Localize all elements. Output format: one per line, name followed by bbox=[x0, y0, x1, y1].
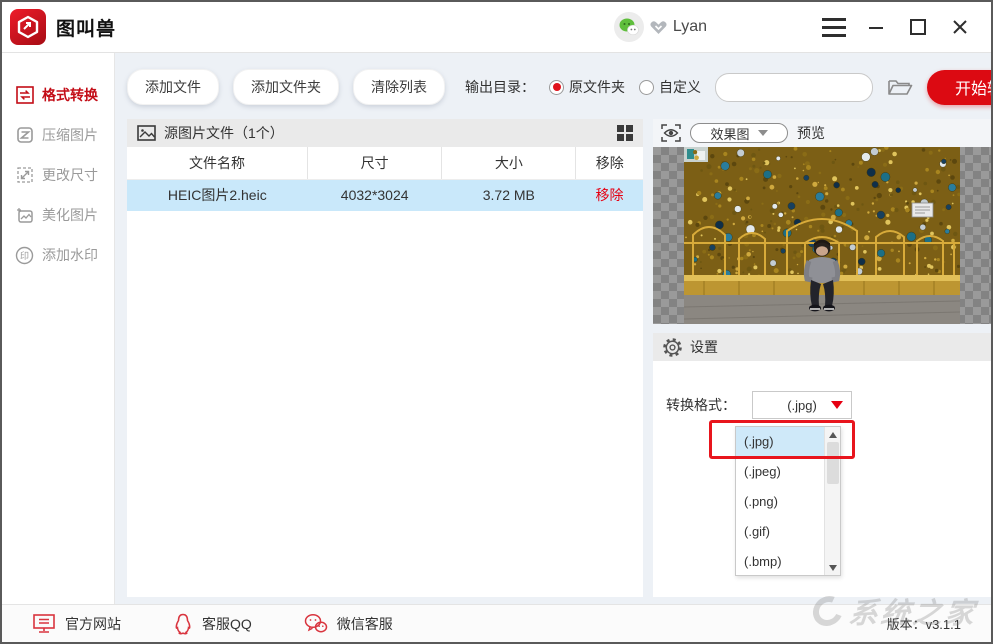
gear-icon bbox=[663, 338, 682, 357]
clear-list-button[interactable]: 清除列表 bbox=[353, 69, 445, 105]
file-table-header-row: 文件名称 尺寸 大小 移除 bbox=[127, 147, 643, 179]
scrollbar-thumb[interactable] bbox=[827, 442, 839, 484]
remove-file-link[interactable]: 移除 bbox=[595, 187, 623, 203]
preview-eye-icon bbox=[661, 123, 681, 143]
app-title: 图叫兽 bbox=[56, 14, 116, 41]
qq-penguin-icon bbox=[173, 613, 193, 635]
toolbar: 添加文件 添加文件夹 清除列表 输出目录： 原文件夹 自定义 bbox=[115, 53, 991, 117]
main-area: 添加文件 添加文件夹 清除列表 输出目录： 原文件夹 自定义 bbox=[115, 53, 991, 604]
format-select[interactable]: (.jpg) bbox=[752, 391, 852, 419]
format-label: 转换格式： bbox=[666, 395, 736, 415]
sidebar-item-compress[interactable]: 压缩图片 bbox=[2, 115, 114, 155]
close-button[interactable] bbox=[943, 12, 977, 42]
qq-service-link[interactable]: 客服QQ bbox=[173, 613, 252, 635]
radio-custom-folder-control[interactable] bbox=[639, 80, 654, 95]
col-dimensions: 尺寸 bbox=[308, 147, 442, 179]
sidebar-item-watermark[interactable]: 印 添加水印 bbox=[2, 235, 114, 275]
minimize-button[interactable] bbox=[859, 12, 893, 42]
cell-file-name: HEIC图片2.heic bbox=[127, 179, 308, 211]
file-panel: 源图片文件（1个） 文件名称 尺寸 大小 移除 bbox=[127, 119, 643, 597]
vip-badge-icon bbox=[650, 20, 667, 35]
preview-viewport bbox=[653, 147, 991, 324]
radio-custom-folder[interactable]: 自定义 bbox=[639, 77, 701, 97]
hamburger-icon bbox=[822, 18, 846, 37]
format-convert-icon bbox=[15, 86, 34, 105]
format-dropdown-list: (.jpg) (.jpeg) (.png) (.gif) (.bmp) bbox=[735, 426, 841, 576]
format-option-jpeg[interactable]: (.jpeg) bbox=[736, 457, 824, 487]
user-avatar[interactable] bbox=[614, 12, 644, 42]
scroll-up-icon[interactable] bbox=[825, 427, 841, 442]
sidebar-item-beautify[interactable]: 美化图片 bbox=[2, 195, 114, 235]
file-table: 文件名称 尺寸 大小 移除 HEIC图片2.heic 4032*3024 3.7… bbox=[127, 147, 643, 211]
format-option-bmp[interactable]: (.bmp) bbox=[736, 547, 824, 577]
username: Lyan bbox=[673, 18, 707, 36]
scroll-down-icon[interactable] bbox=[825, 560, 841, 575]
grid-view-icon[interactable] bbox=[617, 125, 633, 141]
table-row[interactable]: HEIC图片2.heic 4032*3024 3.72 MB 移除 bbox=[127, 179, 643, 211]
dropdown-scrollbar[interactable] bbox=[824, 427, 840, 575]
titlebar: 图叫兽 Lyan bbox=[2, 2, 991, 53]
image-file-icon bbox=[137, 125, 156, 141]
radio-original-folder-control[interactable] bbox=[549, 80, 564, 95]
sidebar-item-label: 更改尺寸 bbox=[42, 165, 98, 185]
footer: 官方网站 客服QQ 微信客服 版本：v3.1.1 bbox=[2, 604, 991, 642]
preview-photo bbox=[684, 147, 960, 324]
settings-header: 设置 bbox=[653, 333, 991, 361]
app-window: 图叫兽 Lyan bbox=[0, 0, 993, 644]
resize-icon bbox=[15, 166, 34, 185]
settings-title: 设置 bbox=[690, 337, 718, 357]
menu-button[interactable] bbox=[817, 12, 851, 42]
app-logo-icon bbox=[10, 9, 46, 45]
sidebar-item-format-convert[interactable]: 格式转换 bbox=[2, 75, 114, 115]
sidebar-item-label: 添加水印 bbox=[42, 245, 98, 265]
cell-size: 3.72 MB bbox=[442, 179, 576, 211]
compress-image-icon bbox=[15, 126, 34, 145]
format-option-jpg[interactable]: (.jpg) bbox=[736, 427, 824, 457]
cell-dimensions: 4032*3024 bbox=[308, 179, 442, 211]
col-remove: 移除 bbox=[576, 147, 643, 179]
chevron-down-icon bbox=[831, 401, 843, 409]
format-option-gif[interactable]: (.gif) bbox=[736, 517, 824, 547]
col-size: 大小 bbox=[442, 147, 576, 179]
add-file-button[interactable]: 添加文件 bbox=[127, 69, 219, 105]
sidebar-item-label: 压缩图片 bbox=[42, 125, 98, 145]
chevron-down-icon bbox=[758, 130, 768, 136]
preview-mode-value: 效果图 bbox=[710, 124, 749, 143]
format-select-value: (.jpg) bbox=[787, 398, 817, 413]
output-path-input[interactable] bbox=[715, 73, 873, 102]
svg-text:印: 印 bbox=[20, 250, 29, 261]
monitor-icon bbox=[32, 613, 56, 634]
sidebar-item-label: 格式转换 bbox=[42, 85, 98, 105]
preview-panel: 效果图 预览 bbox=[653, 119, 991, 597]
watermark-icon: 印 bbox=[15, 246, 34, 265]
wechat-service-link[interactable]: 微信客服 bbox=[304, 613, 393, 634]
browse-folder-button[interactable] bbox=[887, 76, 913, 98]
file-panel-header: 源图片文件（1个） bbox=[127, 119, 643, 147]
beautify-image-icon bbox=[15, 206, 34, 225]
preview-mode-dropdown[interactable]: 效果图 bbox=[690, 123, 788, 143]
sidebar-item-label: 美化图片 bbox=[42, 205, 98, 225]
settings-body: 转换格式： (.jpg) (.jpg) (.jpeg) (.png) bbox=[653, 361, 991, 597]
version-label: 版本：v3.1.1 bbox=[887, 614, 961, 633]
wechat-icon bbox=[304, 613, 328, 634]
radio-original-folder[interactable]: 原文件夹 bbox=[549, 77, 625, 97]
output-dir-label: 输出目录： bbox=[465, 77, 535, 97]
sidebar: 格式转换 压缩图片 更改尺寸 美化图片 bbox=[2, 53, 115, 604]
sidebar-item-resize[interactable]: 更改尺寸 bbox=[2, 155, 114, 195]
add-folder-button[interactable]: 添加文件夹 bbox=[233, 69, 339, 105]
preview-header: 效果图 预览 bbox=[653, 119, 991, 147]
format-option-png[interactable]: (.png) bbox=[736, 487, 824, 517]
file-panel-title: 源图片文件（1个） bbox=[164, 123, 284, 143]
folder-icon bbox=[887, 76, 913, 98]
maximize-button[interactable] bbox=[901, 12, 935, 42]
official-website-link[interactable]: 官方网站 bbox=[32, 613, 121, 634]
preview-label: 预览 bbox=[797, 123, 825, 143]
start-convert-button[interactable]: 开始转换 bbox=[927, 70, 993, 105]
col-file-name: 文件名称 bbox=[127, 147, 308, 179]
